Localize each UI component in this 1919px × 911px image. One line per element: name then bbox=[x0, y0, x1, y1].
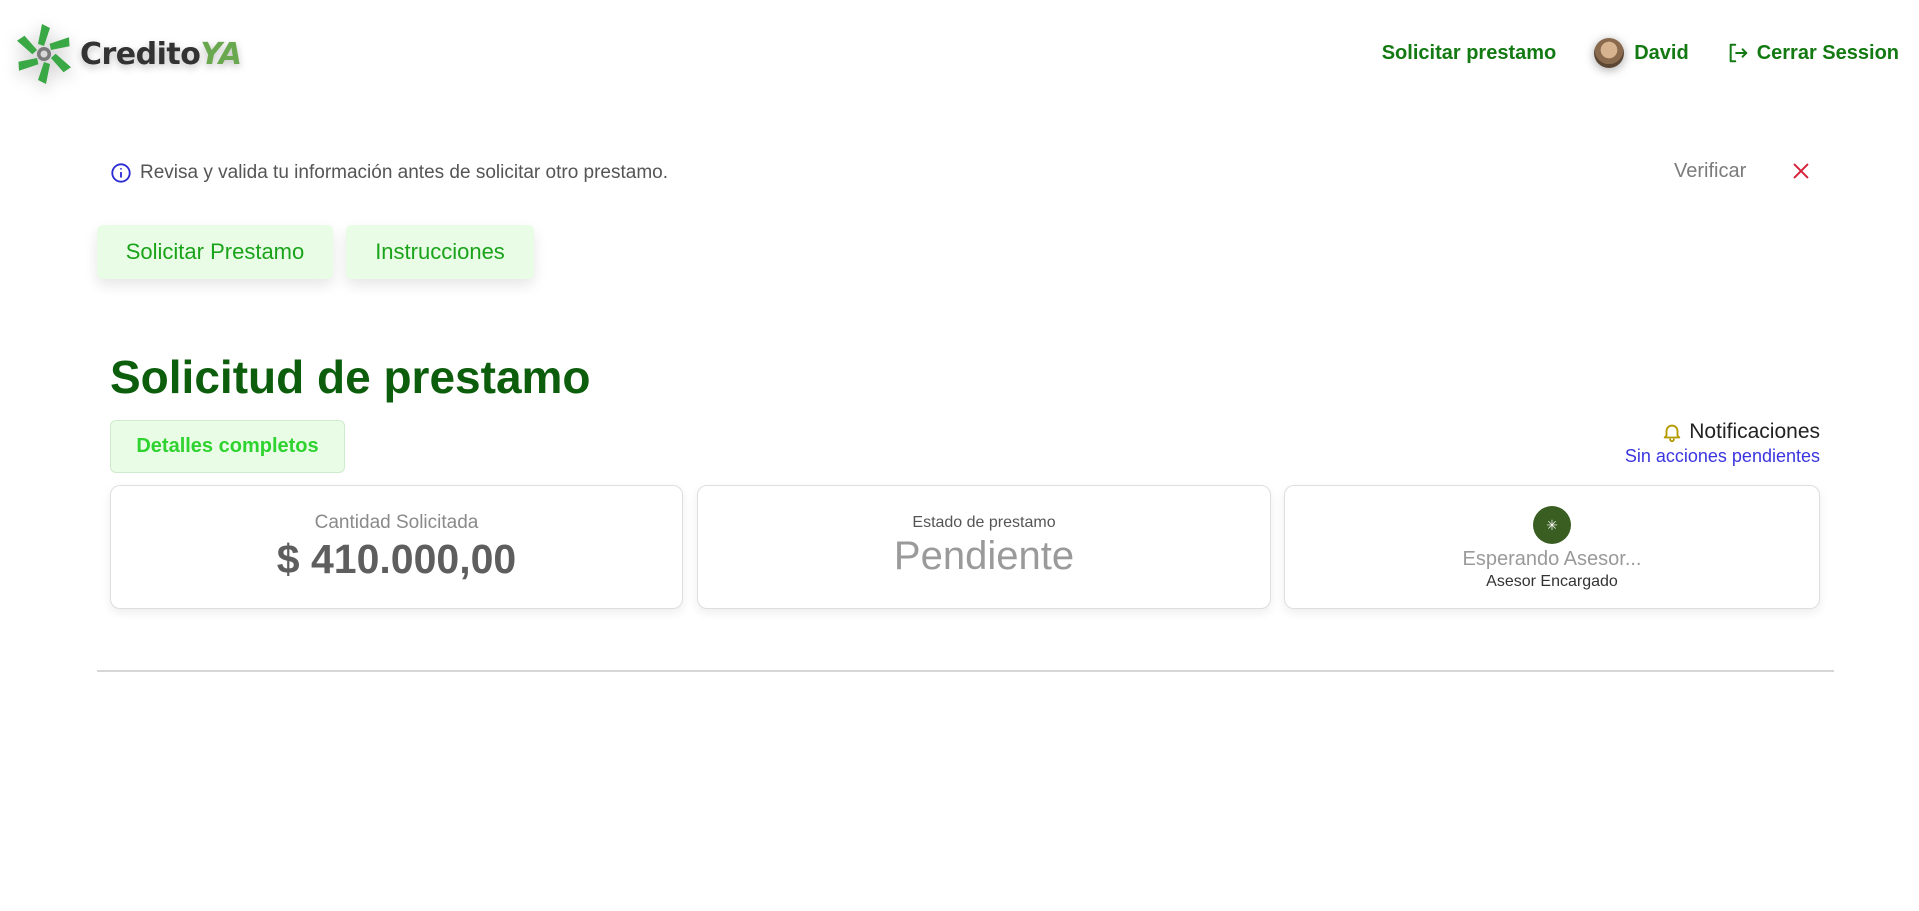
brand-logo[interactable]: CreditoYA bbox=[14, 22, 251, 86]
pinwheel-logo-icon bbox=[17, 24, 71, 84]
notifications-panel: Notificaciones Sin acciones pendientes bbox=[1625, 420, 1820, 467]
nav-request-loan-link[interactable]: Solicitar prestamo bbox=[1382, 42, 1557, 65]
status-label: Estado de prestamo bbox=[912, 514, 1056, 531]
info-circle-icon bbox=[111, 163, 131, 183]
brand-name: CreditoYA bbox=[80, 36, 242, 72]
advisor-name: Esperando Asesor... bbox=[1462, 548, 1642, 570]
amount-value: $ 410.000,00 bbox=[276, 536, 517, 582]
logout-link[interactable]: Cerrar Session bbox=[1727, 42, 1899, 65]
user-profile-link[interactable]: David bbox=[1594, 38, 1689, 68]
brand-name-part2: YA bbox=[200, 36, 242, 72]
bell-icon bbox=[1664, 424, 1681, 443]
status-card: Estado de prestamo Pendiente bbox=[697, 485, 1271, 609]
advisor-role: Asesor Encargado bbox=[1486, 573, 1618, 590]
details-complete-button[interactable]: Detalles completos bbox=[110, 420, 345, 473]
brand-name-part1: Credito bbox=[80, 36, 201, 72]
page-title: Solicitud de prestamo bbox=[110, 351, 591, 403]
alert-message: Revisa y valida tu información antes de … bbox=[140, 162, 669, 183]
amount-label: Cantidad Solicitada bbox=[314, 512, 479, 533]
advisor-badge-icon: ✳ bbox=[1533, 506, 1571, 544]
user-name: David bbox=[1634, 41, 1689, 64]
advisor-card: ✳ Esperando Asesor... Asesor Encargado bbox=[1284, 485, 1820, 609]
logout-label: Cerrar Session bbox=[1756, 41, 1899, 64]
close-icon[interactable] bbox=[1790, 160, 1812, 182]
avatar bbox=[1594, 38, 1625, 68]
logout-icon bbox=[1729, 43, 1747, 63]
notifications-status: Sin acciones pendientes bbox=[1624, 446, 1820, 466]
tab-instrucciones[interactable]: Instrucciones bbox=[346, 225, 534, 279]
notifications-title: Notificaciones bbox=[1689, 420, 1820, 443]
main-nav: Solicitar prestamo David Cerrar Session bbox=[1382, 38, 1899, 68]
status-value: Pendiente bbox=[893, 534, 1075, 578]
notifications-header[interactable]: Notificaciones bbox=[1625, 420, 1820, 444]
tab-solicitar-prestamo[interactable]: Solicitar Prestamo bbox=[97, 225, 333, 279]
section-divider bbox=[97, 670, 1834, 672]
verify-button[interactable]: Verificar bbox=[1674, 160, 1746, 183]
amount-card: Cantidad Solicitada $ 410.000,00 bbox=[110, 485, 683, 609]
info-alert: Revisa y valida tu información antes de … bbox=[110, 158, 1820, 188]
top-header: CreditoYA Solicitar prestamo David Cerra… bbox=[0, 0, 1919, 110]
